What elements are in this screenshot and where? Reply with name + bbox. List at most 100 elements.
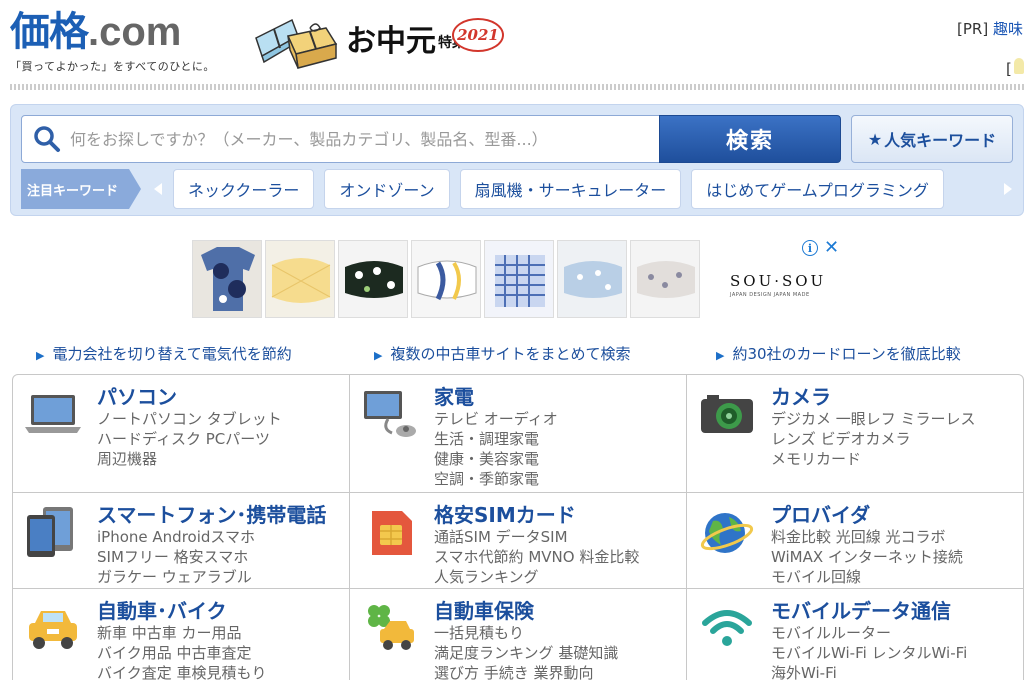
category-camera[interactable]: カメラ デジカメ 一眼レフ ミラーレス レンズ ビデオカメラ メモリカード (687, 375, 1023, 493)
category-sub-link[interactable]: 海外Wi-Fi (771, 663, 967, 680)
keywords-prev-button[interactable] (151, 179, 165, 199)
promo-links: ▶ 電力会社を切り替えて電気代を節約 ▶ 複数の中古車サイトをまとめて検索 ▶ 約30… (36, 343, 1024, 365)
category-grid: パソコン ノートパソコン タブレット ハードディスク PCパーツ 周辺機器 家電… (12, 374, 1024, 680)
ad-product-image (192, 240, 262, 318)
category-sub-link[interactable]: 通話SIM データSIM (434, 527, 639, 547)
star-icon: ★ (867, 129, 883, 149)
ad-close-icon[interactable]: ✕ (824, 237, 839, 258)
promo-link-used-cars[interactable]: ▶ 複数の中古車サイトをまとめて検索 (374, 343, 630, 364)
search-box[interactable] (21, 115, 661, 163)
pr-link[interactable]: 趣味 (993, 20, 1023, 38)
keyword-chip[interactable]: はじめてゲームプログラミング (691, 169, 944, 209)
globe-icon (699, 507, 755, 557)
category-appliances[interactable]: 家電 テレビ オーディオ 生活・調理家電 健康・美容家電 空調・季節家電 (350, 375, 687, 493)
category-title[interactable]: パソコン (97, 381, 177, 410)
category-car-insurance[interactable]: 自動車保険 一括見積もり 満足度ランキング 基礎知識 選び方 手続き 業界動向 (350, 589, 687, 680)
category-subs: 一括見積もり 満足度ランキング 基礎知識 選び方 手続き 業界動向 (434, 623, 618, 680)
site-logo[interactable]: 価格 .com 「買ってよかった」をすべてのひとに。 (10, 10, 215, 74)
wifi-icon (699, 603, 755, 653)
category-sub-link[interactable]: メモリカード (771, 449, 976, 469)
category-sub-link[interactable]: 満足度ランキング 基礎知識 (434, 643, 618, 663)
category-subs: モバイルルーター モバイルWi-Fi レンタルWi-Fi 海外Wi-Fi (771, 623, 967, 680)
ad-banner[interactable]: SOU·SOU JAPAN DESIGN JAPAN MADE i ✕ (192, 237, 842, 318)
search-button[interactable]: 検索 (659, 115, 841, 163)
category-provider[interactable]: プロバイダ 料金比較 光回線 光コラボ WiMAX インターネット接続 モバイル… (687, 493, 1023, 589)
category-sub-link[interactable]: 新車 中古車 カー用品 (97, 623, 266, 643)
category-title[interactable]: スマートフォン･携帯電話 (97, 499, 326, 528)
promo-link-electricity[interactable]: ▶ 電力会社を切り替えて電気代を節約 (36, 343, 292, 364)
category-smartphone[interactable]: スマートフォン･携帯電話 iPhone Androidスマホ SIMフリー 格安… (13, 493, 350, 589)
category-subs: iPhone Androidスマホ SIMフリー 格安スマホ ガラケー ウェアラ… (97, 527, 255, 587)
category-title[interactable]: 家電 (434, 381, 474, 410)
category-sub-link[interactable]: SIMフリー 格安スマホ (97, 547, 255, 567)
category-sub-link[interactable]: 選び方 手続き 業界動向 (434, 663, 618, 680)
category-sub-link[interactable]: バイク査定 車検見積もり (97, 663, 266, 680)
ad-product-image (265, 240, 335, 318)
category-sub-link[interactable]: ガラケー ウェアラブル (97, 567, 255, 587)
triangle-right-icon: ▶ (374, 349, 383, 362)
category-sub-link[interactable]: バイク用品 中古車査定 (97, 643, 266, 663)
category-sub-link[interactable]: 人気ランキング (434, 567, 639, 587)
category-sub-link[interactable]: デジカメ 一眼レフ ミラーレス (771, 409, 976, 429)
keyword-chip[interactable]: 扇風機・サーキュレーター (459, 169, 682, 209)
category-title[interactable]: モバイルデータ通信 (771, 595, 951, 624)
laptop-icon (25, 389, 81, 439)
ad-product-image (338, 240, 408, 318)
category-sub-link[interactable]: 料金比較 光回線 光コラボ (771, 527, 963, 547)
category-subs: ノートパソコン タブレット ハードディスク PCパーツ 周辺機器 (97, 409, 282, 469)
keyword-list: ネッククーラー オンドゾーン 扇風機・サーキュレーター はじめてゲームプログラミ… (173, 169, 995, 209)
category-sub-link[interactable]: 生活・調理家電 (434, 429, 558, 449)
category-sub-link[interactable]: レンズ ビデオカメラ (771, 429, 976, 449)
category-title[interactable]: 格安SIMカード (434, 499, 576, 528)
category-title[interactable]: 自動車･バイク (97, 595, 227, 624)
search-input[interactable] (70, 117, 660, 161)
category-mobile-data[interactable]: モバイルデータ通信 モバイルルーター モバイルWi-Fi レンタルWi-Fi 海… (687, 589, 1023, 680)
category-pc[interactable]: パソコン ノートパソコン タブレット ハードディスク PCパーツ 周辺機器 (13, 375, 350, 493)
appliance-icon (362, 389, 418, 439)
keyword-chip[interactable]: ネッククーラー (173, 169, 315, 209)
ad-product-image (484, 240, 554, 318)
category-sub-link[interactable]: スマホ代節約 MVNO 料金比較 (434, 547, 639, 567)
ad-brand-tagline: JAPAN DESIGN JAPAN MADE (730, 292, 810, 298)
keyword-chip[interactable]: オンドゾーン (324, 169, 450, 209)
category-sub-link[interactable]: ハードディスク PCパーツ (97, 429, 282, 449)
category-sub-link[interactable]: 一括見積もり (434, 623, 618, 643)
category-sub-link[interactable]: 空調・季節家電 (434, 469, 558, 489)
category-sub-link[interactable]: 健康・美容家電 (434, 449, 558, 469)
search-icon (32, 124, 62, 154)
ad-info-icon[interactable]: i (802, 240, 818, 256)
category-sub-link[interactable]: テレビ オーディオ (434, 409, 558, 429)
category-sub-link[interactable]: モバイルWi-Fi レンタルWi-Fi (771, 643, 967, 663)
category-sim[interactable]: 格安SIMカード 通話SIM データSIM スマホ代節約 MVNO 料金比較 人… (350, 493, 687, 589)
logo-tagline: 「買ってよかった」をすべてのひとに。 (10, 60, 215, 73)
promo-link-card-loan[interactable]: ▶ 約30社のカードローンを徹底比較 (716, 343, 961, 364)
category-subs: 料金比較 光回線 光コラボ WiMAX インターネット接続 モバイル回線 (771, 527, 963, 587)
category-car[interactable]: 自動車･バイク 新車 中古車 カー用品 バイク用品 中古車査定 バイク査定 車検… (13, 589, 350, 680)
category-title[interactable]: プロバイダ (771, 499, 870, 528)
promo-title: お中元 (346, 24, 436, 59)
category-title[interactable]: 自動車保険 (434, 595, 534, 624)
category-subs: 新車 中古車 カー用品 バイク用品 中古車査定 バイク査定 車検見積もり (97, 623, 266, 680)
header-divider (10, 84, 1024, 90)
ad-product-image (411, 240, 481, 318)
category-sub-link[interactable]: iPhone Androidスマホ (97, 527, 255, 547)
category-sub-link[interactable]: WiMAX インターネット接続 (771, 547, 963, 567)
featured-keywords-row: 注目キーワード ネッククーラー オンドゾーン 扇風機・サーキュレーター はじめて… (21, 169, 1015, 209)
category-subs: 通話SIM データSIM スマホ代節約 MVNO 料金比較 人気ランキング (434, 527, 639, 587)
category-sub-link[interactable]: モバイルルーター (771, 623, 967, 643)
ochugen-promo-banner[interactable]: お中元 特集 (252, 14, 466, 70)
logo-text-kakaku: 価格 (10, 9, 89, 55)
keywords-next-button[interactable] (1001, 179, 1015, 199)
category-subs: デジカメ 一眼レフ ミラーレス レンズ ビデオカメラ メモリカード (771, 409, 976, 469)
ad-product-image (630, 240, 700, 318)
popular-keywords-button[interactable]: ★ 人気キーワード (851, 115, 1013, 163)
pr-area: [PR] 趣味 (957, 18, 1023, 39)
category-title[interactable]: カメラ (771, 381, 831, 410)
triangle-right-icon: ▶ (36, 349, 45, 362)
search-panel: 検索 ★ 人気キーワード 注目キーワード ネッククーラー オンドゾーン 扇風機・… (10, 104, 1024, 216)
category-subs: テレビ オーディオ 生活・調理家電 健康・美容家電 空調・季節家電 (434, 409, 558, 489)
category-sub-link[interactable]: モバイル回線 (771, 567, 963, 587)
category-sub-link[interactable]: 周辺機器 (97, 449, 282, 469)
category-sub-link[interactable]: ノートパソコン タブレット (97, 409, 282, 429)
chevron-left-icon (154, 183, 162, 195)
